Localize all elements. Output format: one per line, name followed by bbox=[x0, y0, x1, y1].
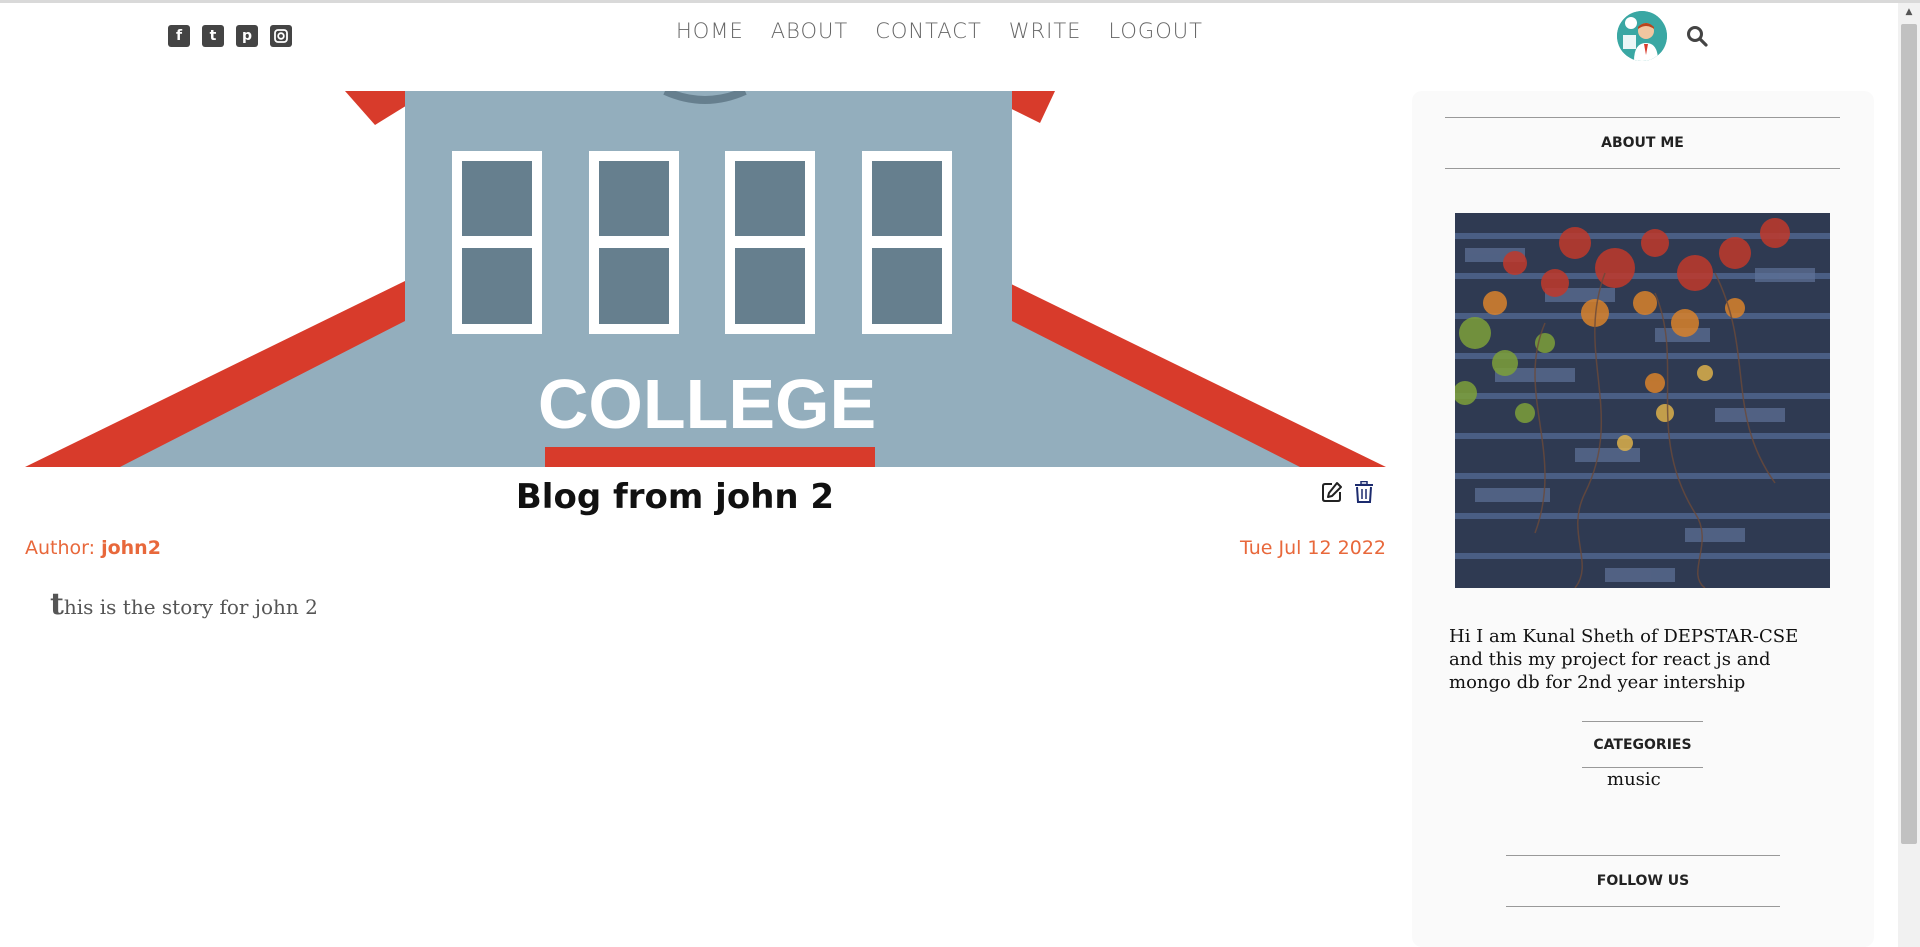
pinterest-icon[interactable]: p bbox=[236, 25, 258, 47]
post-body: this is the story for john 2 bbox=[50, 587, 318, 622]
facebook-icon[interactable]: f bbox=[168, 25, 190, 47]
post-header-image: COLLEGE bbox=[25, 91, 1386, 467]
sidebar-follow-title: FOLLOW US bbox=[1506, 855, 1780, 907]
nav-item-about[interactable]: ABOUT bbox=[771, 19, 848, 43]
twitter-icon[interactable]: t bbox=[202, 25, 224, 47]
scroll-up-arrow-icon[interactable]: ▲ bbox=[1898, 3, 1920, 21]
author-link[interactable]: john2 bbox=[101, 537, 161, 559]
post-body-first-letter: t bbox=[50, 587, 64, 622]
post-date: Tue Jul 12 2022 bbox=[1239, 537, 1386, 559]
search-icon[interactable] bbox=[1686, 25, 1708, 47]
nav-item-home[interactable]: HOME bbox=[676, 19, 744, 43]
social-icons: f t p bbox=[168, 25, 292, 47]
trash-icon[interactable] bbox=[1354, 481, 1374, 503]
instagram-icon[interactable] bbox=[270, 25, 292, 47]
sidebar-about-text: Hi I am Kunal Sheth of DEPSTAR-CSE and t… bbox=[1449, 626, 1799, 693]
top-bar: f t p HOME ABOUT CONTACT WRITE LOGOUT bbox=[0, 3, 1898, 65]
sidebar-about-image bbox=[1455, 213, 1830, 588]
post-title: Blog from john 2 bbox=[515, 477, 835, 517]
nav-item-write[interactable]: WRITE bbox=[1009, 19, 1082, 43]
scrollbar-thumb[interactable] bbox=[1901, 24, 1917, 844]
user-avatar[interactable] bbox=[1617, 11, 1667, 61]
main-nav: HOME ABOUT CONTACT WRITE LOGOUT bbox=[676, 19, 1203, 43]
category-item-music[interactable]: music bbox=[1607, 769, 1661, 790]
sidebar-categories-title: CATEGORIES bbox=[1582, 721, 1703, 768]
post-author: Author: john2 bbox=[25, 537, 161, 559]
college-banner-text: COLLEGE bbox=[538, 365, 876, 443]
nav-item-contact[interactable]: CONTACT bbox=[875, 19, 982, 43]
author-label: Author: bbox=[25, 537, 96, 559]
edit-icon[interactable] bbox=[1321, 481, 1343, 503]
nav-item-logout[interactable]: LOGOUT bbox=[1108, 19, 1202, 43]
sidebar-about-title: ABOUT ME bbox=[1445, 117, 1840, 169]
post-body-text: his is the story for john 2 bbox=[63, 595, 318, 619]
